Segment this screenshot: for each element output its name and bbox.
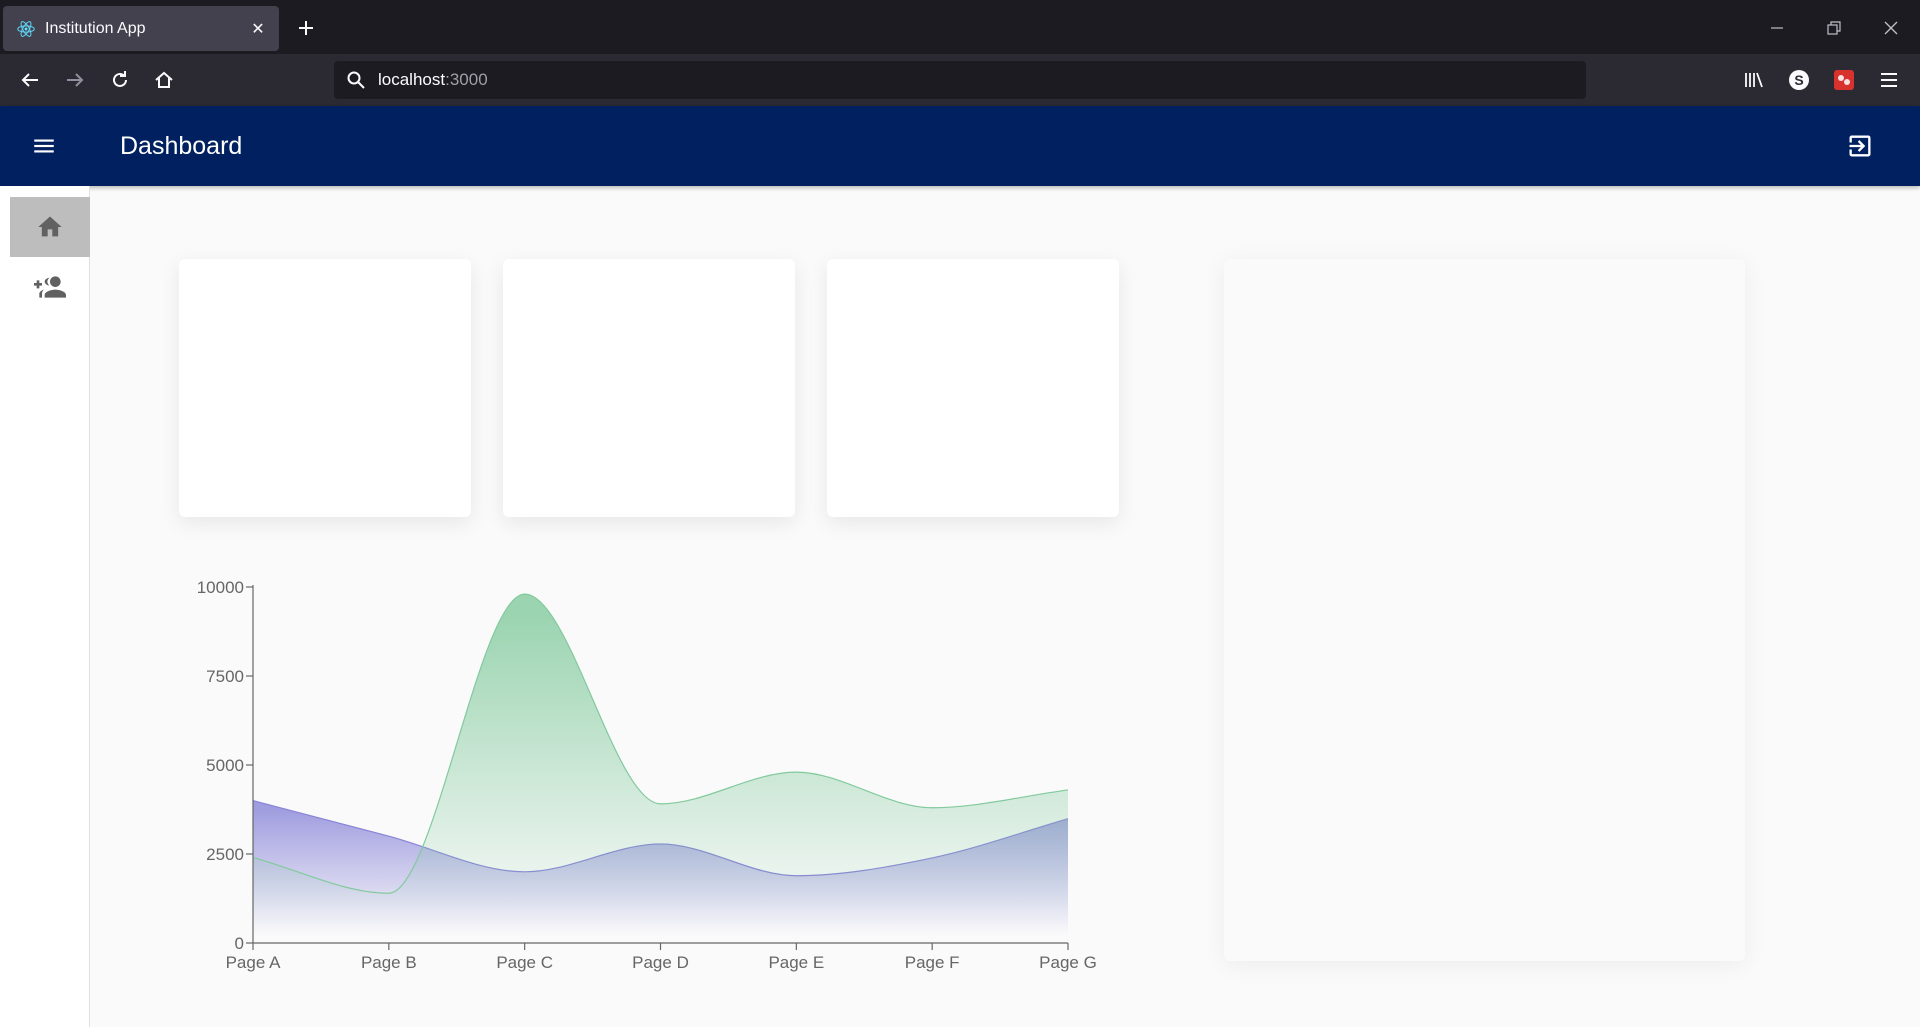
tab-title: Institution App	[45, 19, 146, 37]
url-port: :3000	[445, 70, 488, 89]
x-tick-label: Page E	[768, 953, 824, 972]
stat-card-2	[503, 259, 795, 517]
side-panel-card	[1224, 259, 1745, 961]
y-tick-label: 10000	[197, 578, 244, 597]
logout-icon[interactable]	[1842, 128, 1878, 164]
library-icon[interactable]	[1738, 64, 1770, 96]
close-window-icon[interactable]	[1877, 14, 1905, 42]
page-title: Dashboard	[120, 132, 243, 160]
restore-icon[interactable]	[1820, 14, 1848, 42]
home-browser-icon[interactable]	[148, 64, 180, 96]
browser-menu-icon[interactable]	[1873, 64, 1905, 96]
y-tick-label: 7500	[206, 667, 244, 686]
x-tick-label: Page B	[361, 953, 417, 972]
stat-card-3	[827, 259, 1119, 517]
group-add-icon	[34, 276, 66, 298]
y-tick-label: 0	[235, 934, 244, 953]
y-tick-label: 2500	[206, 845, 244, 864]
back-icon[interactable]	[14, 64, 46, 96]
area-chart: 0 2500 5000 7500 10000 Page A Page B Page C Page…	[197, 578, 1097, 972]
url-host: localhost	[378, 70, 446, 89]
x-tick-label: Page G	[1039, 953, 1097, 972]
y-tick-label: 5000	[206, 756, 244, 775]
home-icon	[38, 216, 62, 237]
search-icon	[344, 68, 368, 92]
svg-text:S: S	[1794, 72, 1803, 88]
minimize-icon[interactable]	[1763, 14, 1791, 42]
reload-icon[interactable]	[104, 64, 136, 96]
browser-tab-bar: Institution App ✕	[0, 0, 1920, 54]
menu-icon[interactable]	[26, 128, 62, 164]
browser-nav-bar: localhost:3000 S	[0, 54, 1920, 106]
sidebar	[0, 186, 90, 1027]
extension-icon[interactable]	[1828, 64, 1860, 96]
sidebar-item-home[interactable]	[10, 197, 90, 257]
app-bar: Dashboard	[0, 106, 1920, 186]
x-tick-label: Page A	[226, 953, 281, 972]
tab-close-icon[interactable]: ✕	[243, 19, 273, 39]
sidebar-item-add-user[interactable]	[10, 257, 90, 317]
react-logo-icon	[15, 18, 37, 40]
forward-icon[interactable]	[59, 64, 91, 96]
stat-card-1	[179, 259, 471, 517]
new-tab-icon[interactable]	[292, 14, 320, 42]
x-tick-label: Page F	[905, 953, 960, 972]
account-icon[interactable]: S	[1783, 64, 1815, 96]
x-tick-label: Page C	[496, 953, 553, 972]
x-tick-label: Page D	[632, 953, 689, 972]
browser-tab[interactable]: Institution App ✕	[3, 6, 279, 51]
url-bar[interactable]: localhost:3000	[334, 61, 1586, 99]
